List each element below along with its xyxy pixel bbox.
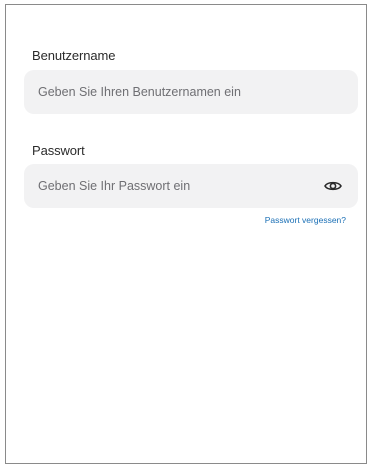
eye-icon[interactable] xyxy=(322,178,344,194)
password-label: Passwort xyxy=(32,143,85,158)
password-field-container[interactable] xyxy=(24,164,358,208)
password-input[interactable] xyxy=(38,164,314,208)
username-field-container[interactable] xyxy=(24,70,358,114)
forgot-password-link[interactable]: Passwort vergessen? xyxy=(265,215,346,225)
username-input[interactable] xyxy=(38,70,344,114)
username-label: Benutzername xyxy=(32,48,116,63)
